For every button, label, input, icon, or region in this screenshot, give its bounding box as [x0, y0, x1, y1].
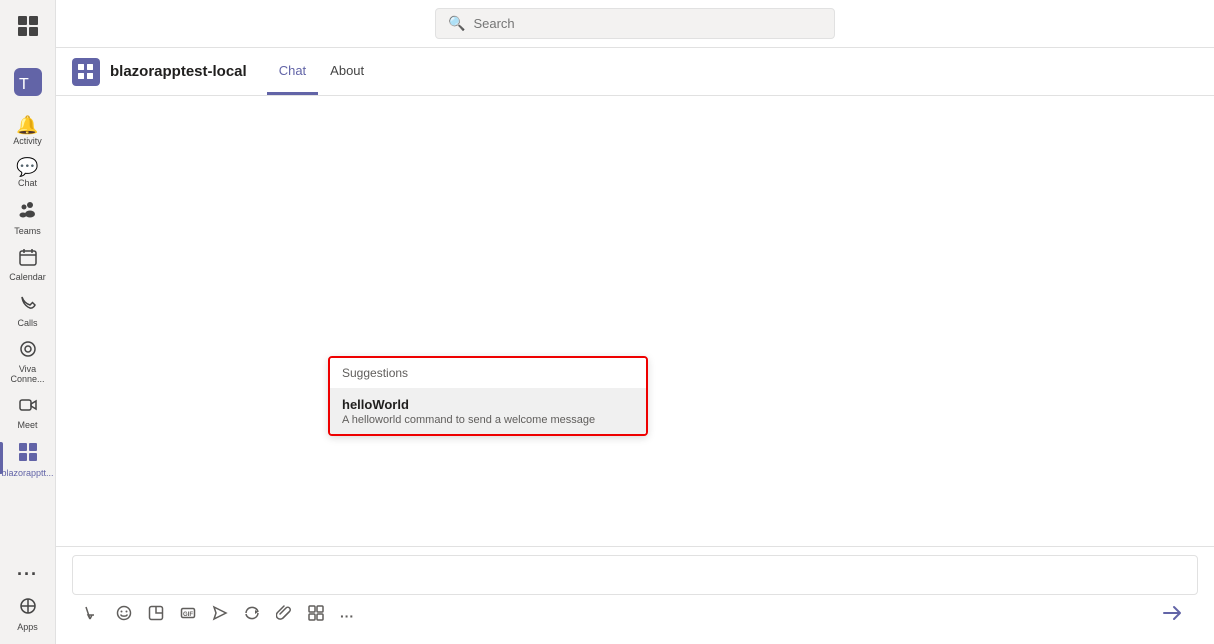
sidebar-item-meet-label: Meet: [17, 420, 37, 430]
sidebar-item-viva[interactable]: Viva Conne...: [0, 332, 55, 388]
send-action-icon[interactable]: [208, 601, 232, 630]
blazorapp-icon: [18, 442, 38, 466]
sidebar-item-apps[interactable]: Apps: [0, 589, 55, 636]
suggestions-header: Suggestions: [330, 358, 646, 389]
sidebar-item-blazorapp-label: blazorapptt...: [1, 468, 53, 478]
calls-icon: [19, 294, 37, 316]
sidebar-item-waffle[interactable]: [0, 8, 55, 56]
attach-icon[interactable]: [272, 601, 296, 630]
gif-icon[interactable]: GIF: [176, 601, 200, 630]
active-indicator: [0, 442, 3, 474]
emoji-icon[interactable]: [112, 601, 136, 630]
chat-icon: 💬: [16, 158, 38, 176]
tab-bar: Chat About: [267, 48, 376, 95]
sidebar-item-chat[interactable]: 💬 Chat: [0, 150, 55, 192]
activity-icon: 🔔: [16, 116, 38, 134]
waffle-icon: [18, 16, 38, 36]
sidebar-item-calls-label: Calls: [17, 318, 37, 328]
svg-text:GIF: GIF: [183, 612, 193, 618]
send-button[interactable]: [1154, 599, 1190, 632]
suggestion-item-helloworld[interactable]: helloWorld A helloworld command to send …: [330, 389, 646, 434]
tab-about[interactable]: About: [318, 48, 376, 95]
sidebar-item-apps-label: Apps: [17, 622, 38, 632]
loop-icon[interactable]: [240, 601, 264, 630]
app-icon-box: [72, 58, 100, 86]
svg-text:T: T: [19, 76, 29, 93]
sidebar-item-teams-label: Teams: [14, 226, 41, 236]
sidebar-item-viva-label: Viva Conne...: [4, 364, 51, 384]
suggestion-title: helloWorld: [342, 397, 634, 412]
sidebar-item-teams[interactable]: Teams: [0, 192, 55, 240]
bottom-area: GIF: [56, 546, 1214, 644]
apps-icon: [19, 597, 37, 620]
sidebar-item-chat-label: Chat: [18, 178, 37, 188]
topbar: 🔍: [56, 0, 1214, 48]
sidebar-item-blazorapp[interactable]: blazorapptt...: [0, 434, 55, 482]
sidebar: T 🔔 Activity 💬 Chat Teams: [0, 0, 56, 644]
sidebar-item-more[interactable]: ···: [0, 556, 55, 589]
sidebar-item-teams-logo[interactable]: T: [0, 60, 55, 100]
viva-icon: [19, 340, 37, 362]
teams-icon: [18, 200, 38, 224]
content-area: Suggestions helloWorld A helloworld comm…: [56, 96, 1214, 546]
sticker-icon[interactable]: [144, 601, 168, 630]
search-icon: 🔍: [448, 15, 465, 32]
sidebar-item-activity[interactable]: 🔔 Activity: [0, 108, 55, 150]
share-icon[interactable]: [304, 601, 328, 630]
app-title: blazorapptest-local: [110, 63, 247, 80]
suggestions-popup: Suggestions helloWorld A helloworld comm…: [328, 356, 648, 436]
message-input-box[interactable]: [72, 555, 1198, 595]
tab-chat[interactable]: Chat: [267, 48, 318, 95]
suggestion-description: A helloworld command to send a welcome m…: [342, 414, 634, 426]
sidebar-item-calendar[interactable]: Calendar: [0, 240, 55, 286]
app-logo-icon: [78, 64, 94, 80]
calendar-icon: [19, 248, 37, 270]
sidebar-item-calendar-label: Calendar: [9, 272, 46, 282]
app-header: blazorapptest-local Chat About: [56, 48, 1214, 96]
sidebar-item-calls[interactable]: Calls: [0, 286, 55, 332]
sidebar-item-meet[interactable]: Meet: [0, 388, 55, 434]
main-content: 🔍 blazorapptest-local Chat About: [56, 0, 1214, 644]
sidebar-item-activity-label: Activity: [13, 136, 42, 146]
search-input[interactable]: [473, 16, 822, 31]
teams-logo-icon: T: [14, 68, 42, 96]
search-box[interactable]: 🔍: [435, 8, 835, 39]
more-icon: ···: [17, 564, 38, 585]
toolbar-bottom: GIF: [72, 595, 1198, 636]
meet-icon: [19, 396, 37, 418]
format-icon[interactable]: [80, 601, 104, 630]
more-options-icon[interactable]: ···: [336, 604, 358, 628]
